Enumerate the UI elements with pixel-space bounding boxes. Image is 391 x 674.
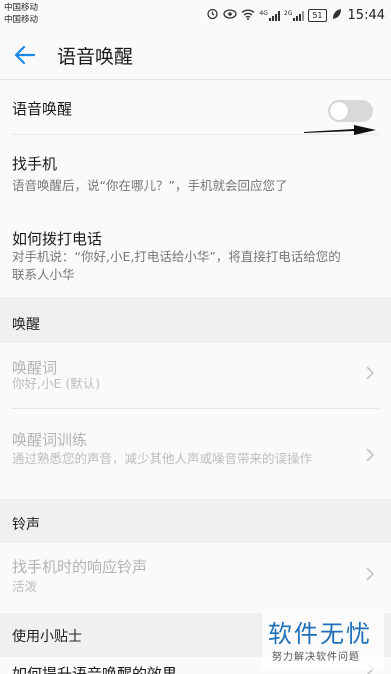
wake-word-row[interactable]: 唤醒词 你好,小E (默认) [0,343,391,407]
signal-2g-icon: 2G [283,9,305,21]
chevron-right-icon [366,448,375,462]
response-ringtone-title: 找手机时的响应铃声 [12,558,148,576]
wake-word-value: 你好,小E (默认) [12,376,101,391]
clock: 15:44 [347,7,385,23]
leaf-icon [331,8,342,23]
section-tips-label: 使用小贴士 [12,629,82,645]
arrow-left-icon [14,45,36,65]
section-wakeup-label: 唤醒 [12,317,40,333]
signal-2g-label: 2G [283,10,293,17]
find-phone-desc: 语音唤醒后，说“你在哪儿？”，手机就会回应您了 [12,178,288,193]
wifi-icon [241,8,255,23]
wake-training-row[interactable]: 唤醒词训练 通过熟悉您的声音，减少其他人声或噪音带来的误操作 [0,409,391,499]
find-phone-row[interactable]: 找手机 语音唤醒后，说“你在哪儿？”，手机就会回应您了 [0,135,391,207]
chevron-right-icon [366,366,375,380]
app-bar: 语音唤醒 [0,32,391,78]
status-bar: 中国移动 中国移动 4G 2G 51 15:44 [0,0,391,32]
watermark-logo: 软件无忧 努力解决软件问题 [262,612,384,670]
response-ringtone-row[interactable]: 找手机时的响应铃声 活泼 [0,543,391,613]
voice-wakeup-toggle[interactable] [328,100,373,122]
eye-comfort-icon [223,8,238,23]
wake-training-desc: 通过熟悉您的声音，减少其他人声或噪音带来的误操作 [12,451,313,466]
make-call-desc: 对手机说：“你好,小E,打电话给小华”，将直接打电话给您的联系人小华 [12,249,341,282]
section-wakeup: 唤醒 [0,297,391,343]
toggle-knob [330,102,348,120]
section-ringtone: 铃声 [0,499,391,543]
section-ringtone-label: 铃声 [12,517,40,533]
signal-4g-label: 4G [259,10,268,17]
make-call-row[interactable]: 如何拨打电话 对手机说：“你好,小E,打电话给小华”，将直接打电话给您的联系人小… [0,207,391,297]
back-button[interactable] [10,40,40,70]
find-phone-title: 找手机 [12,155,58,173]
voice-wakeup-label: 语音唤醒 [12,100,73,118]
make-call-title: 如何拨打电话 [12,230,103,248]
carrier-label-1: 中国移动 [4,3,39,13]
watermark-brand: 软件无忧 [268,620,372,648]
alarm-icon [206,7,219,23]
chevron-right-icon [366,567,375,581]
status-indicators: 4G 2G 51 15:44 [206,6,385,24]
watermark-tagline: 努力解决软件问题 [272,652,360,663]
improve-tips-title: 如何提升语音唤醒的效果 [12,665,178,674]
response-ringtone-value: 活泼 [12,579,38,594]
signal-4g-icon: 4G [259,9,280,21]
carrier-label-2: 中国移动 [4,15,39,25]
wake-training-title: 唤醒词训练 [12,431,88,449]
page-title: 语音唤醒 [57,46,134,68]
battery-icon: 51 [308,8,327,22]
